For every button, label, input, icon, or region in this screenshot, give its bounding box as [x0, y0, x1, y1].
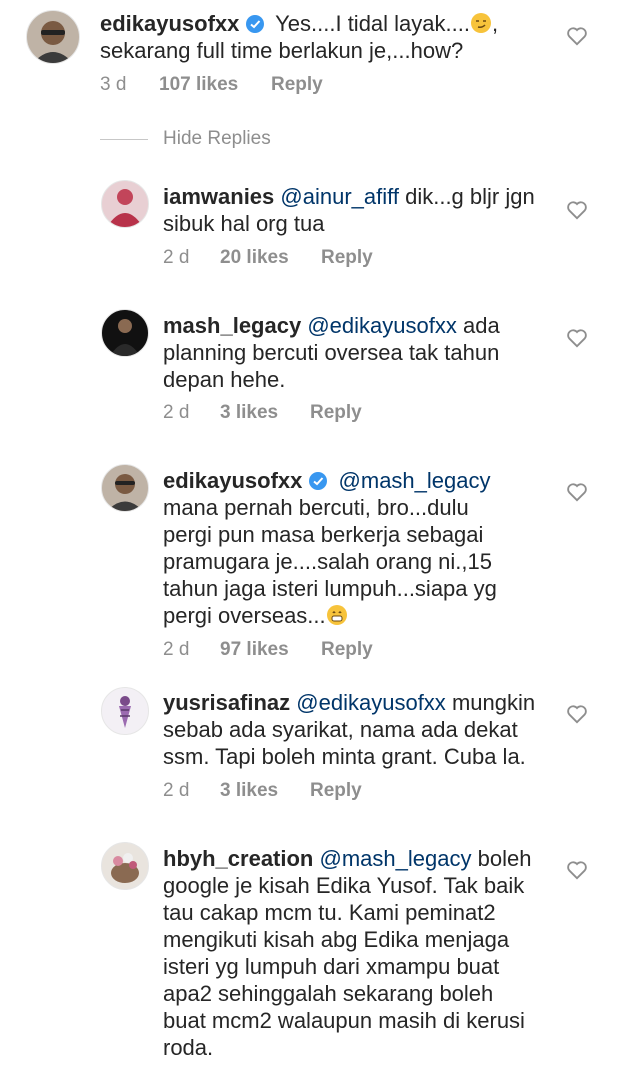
- comment-line: ada: [462, 313, 500, 338]
- timestamp: 2 d: [163, 402, 190, 423]
- username[interactable]: edikayusofxx: [163, 468, 302, 493]
- comment-line: planning bercuti oversea tak tahun: [163, 340, 500, 365]
- comment-line-suffix: ,: [491, 11, 499, 36]
- username[interactable]: hbyh_creation: [163, 846, 313, 871]
- comment-meta: 2 d 3 likes Reply: [163, 780, 362, 802]
- verified-badge-icon: [308, 470, 328, 490]
- comment-line: apa2 sehinggalah sekarang boleh: [163, 981, 494, 1006]
- comment-line: dik...g bljr jgn: [405, 184, 535, 209]
- comment-text: iamwanies @ainur_afiff dik...g bljr jgn …: [163, 183, 573, 237]
- reply-button[interactable]: Reply: [321, 247, 373, 269]
- reply-button[interactable]: Reply: [271, 74, 323, 96]
- mention-link[interactable]: @ainur_afiff: [280, 184, 399, 209]
- comment-line: pergi pun masa berkerja sebagai: [163, 522, 484, 547]
- comment-line: Yes....I tidal layak....: [275, 11, 470, 36]
- comment-line: google je kisah Edika Yusof. Tak baik: [163, 873, 525, 898]
- comment-line: isteri yg lumpuh dari xmampu buat: [163, 954, 500, 979]
- comment-text: edikayusofxx Yes....I tidal layak...., s…: [100, 10, 570, 64]
- comment-text: hbyh_creation @mash_legacy boleh google …: [163, 845, 583, 1061]
- timestamp: 3 d: [100, 74, 127, 95]
- mention-link[interactable]: @edikayusofxx: [307, 313, 457, 338]
- comment-line: mungkin: [451, 690, 536, 715]
- avatar[interactable]: [101, 180, 149, 228]
- reply-button[interactable]: Reply: [321, 639, 373, 661]
- username[interactable]: mash_legacy: [163, 313, 301, 338]
- heart-outline-icon[interactable]: [566, 200, 588, 220]
- smirking-face-emoji: [470, 12, 492, 34]
- heart-outline-icon[interactable]: [566, 26, 588, 46]
- comment-meta: 2 d 20 likes Reply: [163, 247, 373, 269]
- avatar[interactable]: [101, 842, 149, 890]
- mention-link[interactable]: @mash_legacy: [320, 846, 472, 871]
- comment-meta: 2 d 97 likes Reply: [163, 639, 373, 661]
- likes-count[interactable]: 107 likes: [159, 74, 271, 96]
- comment-text: yusrisafinaz @edikayusofxx mungkin sebab…: [163, 689, 583, 770]
- comment-line: mana pernah bercuti, bro...dulu: [163, 495, 469, 520]
- comment-line: tau cakap mcm tu. Kami peminat2: [163, 900, 496, 925]
- comment-line: buat mcm2 walaupun masih di kerusi: [163, 1008, 525, 1033]
- divider: [100, 139, 148, 140]
- username[interactable]: yusrisafinaz: [163, 690, 290, 715]
- reply-button[interactable]: Reply: [310, 402, 362, 424]
- timestamp: 2 d: [163, 247, 190, 268]
- mention-link[interactable]: @mash_legacy: [339, 468, 491, 493]
- comment-meta: 3 d 107 likes Reply: [100, 74, 323, 96]
- comment-line: roda.: [163, 1035, 214, 1060]
- likes-count[interactable]: 3 likes: [220, 402, 310, 424]
- avatar[interactable]: [101, 309, 149, 357]
- comment-line: sibuk hal org tua: [163, 211, 325, 236]
- avatar[interactable]: [101, 464, 149, 512]
- comment-line: sebab ada syarikat, nama ada dekat: [163, 717, 518, 742]
- comment-line: boleh: [477, 846, 532, 871]
- comment-text: mash_legacy @edikayusofxx ada planning b…: [163, 312, 573, 393]
- username[interactable]: iamwanies: [163, 184, 274, 209]
- mention-link[interactable]: @edikayusofxx: [296, 690, 446, 715]
- timestamp: 2 d: [163, 639, 190, 660]
- comment-line: mengikuti kisah abg Edika menjaga: [163, 927, 510, 952]
- comment-line: depan hehe.: [163, 367, 286, 392]
- comment-meta: 2 d 3 likes Reply: [163, 402, 362, 424]
- comment-line: ssm. Tapi boleh minta grant. Cuba la.: [163, 744, 526, 769]
- likes-count[interactable]: 3 likes: [220, 780, 310, 802]
- timestamp: 2 d: [163, 780, 190, 801]
- username[interactable]: edikayusofxx: [100, 11, 239, 36]
- grimacing-face-emoji: [326, 604, 348, 626]
- comment-line: tahun jaga isteri lumpuh...siapa yg: [163, 576, 497, 601]
- heart-outline-icon[interactable]: [566, 482, 588, 502]
- avatar[interactable]: [26, 10, 80, 64]
- likes-count[interactable]: 20 likes: [220, 247, 321, 269]
- avatar[interactable]: [101, 687, 149, 735]
- comment-line: pergi overseas...: [163, 603, 326, 628]
- comment-text: edikayusofxx @mash_legacy mana pernah be…: [163, 467, 583, 629]
- heart-outline-icon[interactable]: [566, 328, 588, 348]
- heart-outline-icon[interactable]: [566, 704, 588, 724]
- reply-button[interactable]: Reply: [310, 780, 362, 802]
- verified-badge-icon: [245, 13, 265, 33]
- comment-line: sekarang full time berlakun je,...how?: [100, 38, 464, 63]
- comment-line: pramugara je....salah orang ni.,15: [163, 549, 492, 574]
- heart-outline-icon[interactable]: [566, 860, 588, 880]
- hide-replies-label[interactable]: Hide Replies: [163, 128, 271, 150]
- likes-count[interactable]: 97 likes: [220, 639, 321, 661]
